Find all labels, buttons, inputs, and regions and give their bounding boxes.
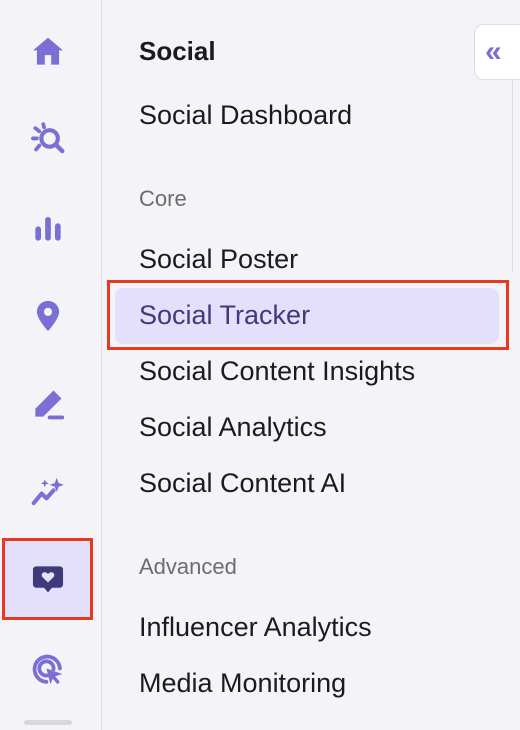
social-menu-panel: Social Social Dashboard Core Social Post… — [103, 0, 520, 730]
rail-item-location[interactable] — [0, 272, 96, 360]
menu-item-media-monitoring[interactable]: Media Monitoring — [139, 668, 346, 699]
menu-item-social-analytics[interactable]: Social Analytics — [139, 412, 327, 443]
menu-item-influencer-analytics[interactable]: Influencer Analytics — [139, 612, 372, 643]
rail-item-social[interactable] — [2, 538, 93, 620]
menu-item-social-content-ai[interactable]: Social Content AI — [139, 468, 346, 499]
menu-item-social-poster[interactable]: Social Poster — [139, 244, 298, 275]
search-gear-icon — [31, 122, 65, 154]
edit-pencil-icon — [35, 390, 65, 420]
rail-scrollbar[interactable] — [24, 720, 72, 725]
bar-chart-icon — [35, 216, 61, 241]
selection-highlight-box — [107, 280, 509, 350]
double-chevron-left-icon: « — [485, 35, 502, 68]
home-icon — [32, 37, 64, 65]
panel-edge-divider — [512, 80, 513, 272]
section-label-advanced: Advanced — [139, 554, 237, 579]
location-pin-icon — [36, 300, 60, 332]
menu-item-social-dashboard[interactable]: Social Dashboard — [139, 100, 352, 131]
cursor-click-icon — [32, 654, 63, 685]
heart-chat-icon — [32, 566, 63, 593]
collapse-sidebar-button[interactable]: « — [474, 24, 520, 80]
rail-item-search[interactable] — [0, 96, 96, 184]
rail-item-home[interactable] — [0, 8, 96, 96]
rail-item-edit[interactable] — [0, 360, 96, 448]
rail-item-ads[interactable] — [0, 626, 96, 714]
icon-rail — [0, 0, 102, 730]
panel-title: Social — [139, 36, 216, 66]
section-label-core: Core — [139, 186, 187, 211]
rail-item-analytics[interactable] — [0, 184, 96, 272]
rail-item-ai[interactable] — [0, 448, 96, 536]
menu-item-social-content-insights[interactable]: Social Content Insights — [139, 356, 415, 387]
sparkle-trend-icon — [31, 477, 64, 506]
